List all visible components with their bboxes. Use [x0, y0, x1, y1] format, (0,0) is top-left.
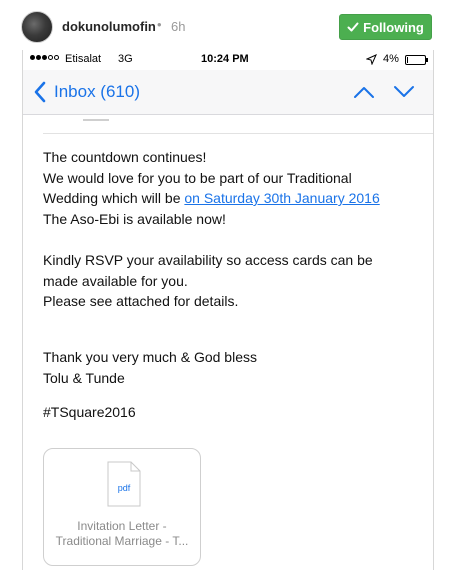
username[interactable]: dokunolumofin: [62, 19, 156, 34]
following-label: Following: [363, 19, 424, 35]
email-line-wedding: Wedding which will be on Saturday 30th J…: [43, 188, 380, 208]
email-text: Wedding which will be: [43, 190, 185, 206]
chevron-up-icon[interactable]: [353, 84, 375, 100]
carrier-name: Etisalat: [65, 53, 102, 65]
email-line: Thank you very much & God bless: [43, 349, 257, 365]
back-chevron-icon[interactable]: [33, 81, 47, 103]
email-line: The Aso-Ebi is available now!: [43, 211, 226, 227]
battery-percent: 4%: [383, 53, 399, 65]
email-divider: [43, 133, 433, 134]
pdf-attachment-card[interactable]: pdf Invitation Letter - Traditional Marr…: [43, 448, 201, 566]
avatar[interactable]: [21, 11, 53, 43]
following-button[interactable]: Following: [339, 14, 432, 40]
chevron-down-icon[interactable]: [393, 84, 415, 100]
checkmark-icon: [347, 22, 359, 32]
separator-dot: •: [157, 17, 162, 32]
email-line: made available for you.: [43, 273, 188, 289]
cut-off-text: [83, 117, 123, 123]
location-arrow-icon: [366, 54, 377, 65]
email-line: The countdown continues!: [43, 149, 207, 165]
attachment-name-line1: Invitation Letter -: [77, 519, 167, 533]
signal-strength-icon: [30, 55, 59, 60]
email-hashtag: #TSquare2016: [43, 404, 136, 420]
pdf-label: pdf: [117, 483, 131, 493]
battery-fill: [407, 57, 408, 63]
email-line: Tolu & Tunde: [43, 370, 125, 386]
battery-icon: [405, 55, 428, 65]
post-header: dokunolumofin • 6h Following: [0, 0, 450, 52]
inbox-back-button[interactable]: Inbox (610): [54, 82, 140, 102]
network-type: 3G: [118, 53, 133, 65]
email-line: Kindly RSVP your availability so access …: [43, 252, 373, 268]
email-line: We would love for you to be part of our …: [43, 170, 352, 186]
email-line: Please see attached for details.: [43, 293, 239, 309]
mail-nav-bar: Inbox (610): [23, 70, 433, 115]
status-bar: Etisalat 3G 10:24 PM 4%: [23, 50, 433, 70]
date-link[interactable]: on Saturday 30th January 2016: [184, 190, 379, 206]
post-time: 6h: [171, 19, 186, 34]
phone-screenshot: Etisalat 3G 10:24 PM 4% Inbox (610) The …: [22, 50, 434, 570]
status-time: 10:24 PM: [201, 53, 249, 65]
attachment-name-line2: Traditional Marriage - T...: [55, 534, 189, 548]
